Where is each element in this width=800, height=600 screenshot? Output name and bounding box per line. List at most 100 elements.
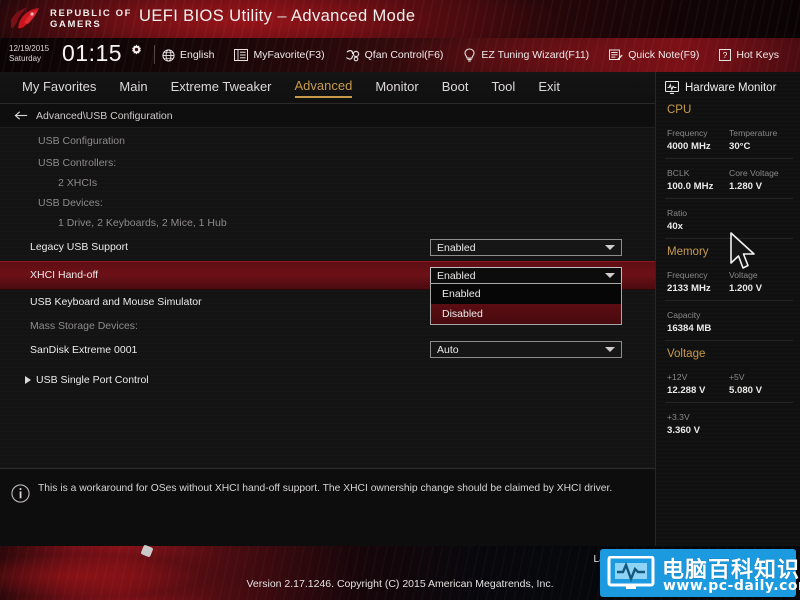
help-panel: This is a workaround for OSes without XH… (0, 468, 655, 547)
gear-icon[interactable] (130, 44, 143, 57)
row-label: Legacy USB Support (30, 241, 129, 253)
row-usb-devices: USB Devices: (0, 194, 655, 212)
chevron-down-icon (605, 273, 615, 278)
toolbar-item-label: MyFavorite(F3) (253, 49, 325, 61)
question-icon: ? (719, 49, 732, 61)
xhci-hand-off-dropdown-list[interactable]: Enabled Disabled (430, 283, 622, 325)
divider (665, 300, 793, 301)
dropdown-value: Enabled (437, 269, 476, 282)
date-display: 12/19/2015 Saturday (9, 44, 49, 63)
tab-exit[interactable]: Exit (538, 79, 560, 97)
metric-value: 1.200 V (729, 283, 763, 294)
utility-name: UEFI BIOS Utility (139, 7, 273, 25)
chevron-down-icon (605, 245, 615, 250)
fan-icon (345, 49, 359, 61)
metric-key: +5V (729, 372, 745, 382)
toolbar-item-label: Hot Keys (736, 49, 779, 61)
brand-bar: REPUBLIC OF GAMERS UEFI BIOS Utility – A… (0, 0, 800, 38)
metric-key: Capacity (667, 310, 701, 320)
row-usb-single-port-control[interactable]: USB Single Port Control (0, 370, 655, 390)
tab-boot[interactable]: Boot (442, 79, 469, 97)
clock-display: 01:15 (62, 40, 123, 66)
bios-screen: REPUBLIC OF GAMERS UEFI BIOS Utility – A… (0, 0, 800, 600)
top-toolbar: 12/19/2015 Saturday 01:15 English MyFavo… (0, 38, 800, 72)
toolbar-item-label: Quick Note(F9) (628, 49, 700, 61)
metric-key: Temperature (729, 128, 778, 138)
note-icon (609, 49, 623, 61)
breadcrumb: Advanced\USB Configuration (0, 104, 655, 128)
metric-value: 5.080 V (729, 385, 763, 396)
hardware-monitor-header: Hardware Monitor (665, 81, 776, 94)
metric-value: 1.280 V (729, 181, 763, 192)
help-text: This is a workaround for OSes without XH… (38, 483, 613, 494)
section-title-cpu: CPU (667, 104, 692, 116)
tab-advanced[interactable]: Advanced (294, 78, 353, 98)
metric-key: Voltage (729, 270, 758, 280)
tab-tool[interactable]: Tool (491, 79, 515, 97)
dropdown-option-enabled[interactable]: Enabled (431, 284, 621, 304)
settings-list: USB Configuration USB Controllers: 2 XHC… (0, 128, 655, 468)
dropdown-value: Auto (437, 343, 459, 356)
metric-key: Core Voltage (729, 168, 779, 178)
svg-text:?: ? (723, 50, 728, 60)
tab-extreme-tweaker[interactable]: Extreme Tweaker (171, 79, 272, 97)
row-label: Mass Storage Devices: (30, 320, 138, 332)
logo-url-text: www.pc-daily.com (663, 578, 800, 594)
xhci-hand-off-dropdown[interactable]: Enabled (430, 267, 622, 284)
legacy-usb-support-dropdown[interactable]: Enabled (430, 239, 622, 256)
metric-key: Ratio (667, 208, 688, 218)
toolbar-separator (154, 45, 155, 64)
info-icon (11, 484, 30, 503)
row-label: 2 XHCIs (58, 177, 98, 189)
weekday-text: Saturday (9, 53, 42, 63)
tab-monitor[interactable]: Monitor (375, 79, 418, 97)
row-label: USB Devices: (38, 197, 103, 209)
metric-key: Frequency (667, 128, 708, 138)
toolbar-item-quick-note[interactable]: Quick Note(F9) (609, 49, 699, 61)
divider (665, 238, 793, 239)
toolbar-item-myfavorite[interactable]: MyFavorite(F3) (234, 49, 325, 61)
metric-key: +12V (667, 372, 688, 382)
metric-value: 100.0 MHz (667, 181, 714, 192)
toolbar-items: English MyFavorite(F3) Qfan Control(F6) … (162, 38, 779, 72)
metric-key: BCLK (667, 168, 690, 178)
breadcrumb-text: Advanced\USB Configuration (36, 109, 173, 122)
metric-value: 3.360 V (667, 425, 701, 436)
row-sandisk-extreme[interactable]: SanDisk Extreme 0001 Auto (0, 339, 655, 361)
rog-wordmark: REPUBLIC OF GAMERS (50, 8, 132, 30)
hardware-monitor-panel: Hardware Monitor CPU Frequency Temperatu… (655, 72, 800, 546)
dropdown-value: Enabled (437, 241, 476, 254)
globe-icon (162, 48, 175, 62)
rog-logo-icon (11, 8, 39, 29)
dropdown-option-disabled[interactable]: Disabled (431, 304, 621, 324)
toolbar-item-label: Qfan Control(F6) (364, 49, 444, 61)
rog-line-2: GAMERS (50, 19, 102, 30)
metric-value: 2133 MHz (667, 283, 711, 294)
toolbar-item-ez-tuning-wizard[interactable]: EZ Tuning Wizard(F11) (463, 48, 589, 62)
pc-daily-watermark-logo: 电脑百科知识 www.pc-daily.com (600, 549, 800, 597)
metric-value: 30°C (729, 141, 751, 152)
divider (665, 198, 793, 199)
list-icon (234, 49, 249, 61)
tab-main[interactable]: Main (119, 79, 147, 97)
logo-monitor-icon (607, 556, 655, 589)
sandisk-extreme-dropdown[interactable]: Auto (430, 341, 622, 358)
date-text: 12/19/2015 (9, 44, 50, 53)
toolbar-item-label: English (180, 49, 215, 61)
back-arrow-icon[interactable] (14, 110, 28, 121)
toolbar-item-hot-keys[interactable]: ? Hot Keys (719, 49, 779, 61)
title-dash: – (277, 7, 287, 25)
toolbar-item-english[interactable]: English (162, 48, 215, 62)
row-legacy-usb-support[interactable]: Legacy USB Support Enabled (0, 235, 655, 259)
main-menu-tabs: My Favorites Main Extreme Tweaker Advanc… (0, 72, 655, 104)
toolbar-item-qfan-control[interactable]: Qfan Control(F6) (345, 49, 444, 62)
toolbar-item-label: EZ Tuning Wizard(F11) (481, 49, 590, 61)
metric-value: 12.288 V (667, 385, 706, 396)
row-label: XHCI Hand-off (30, 269, 99, 281)
tab-my-favorites[interactable]: My Favorites (22, 79, 96, 97)
row-usb-device-summary: 1 Drive, 2 Keyboards, 2 Mice, 1 Hub (0, 214, 655, 232)
row-label: USB Single Port Control (36, 374, 149, 386)
page-title: UEFI BIOS Utility – Advanced Mode (139, 7, 415, 26)
bulb-icon (464, 48, 475, 62)
row-label: USB Configuration (38, 135, 125, 147)
